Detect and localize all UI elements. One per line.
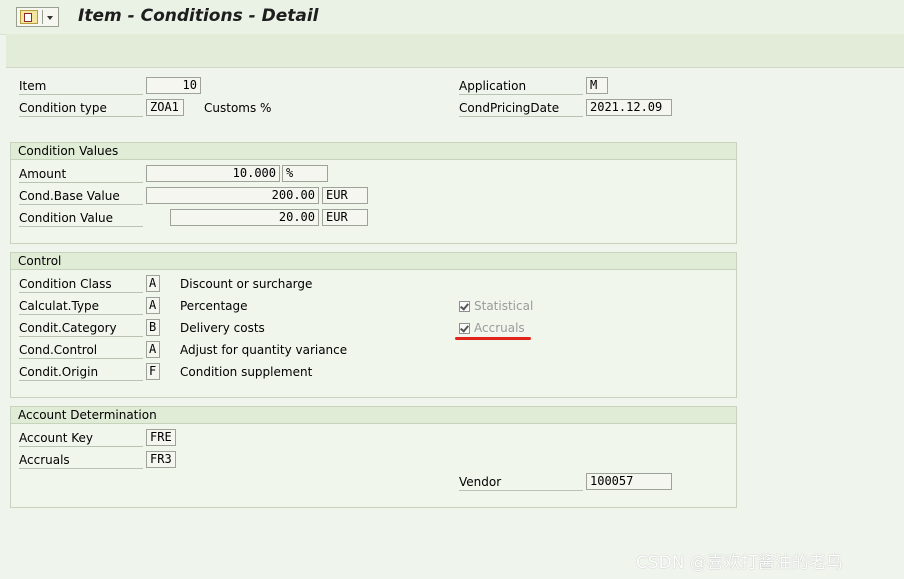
condit-category-description: Delivery costs (180, 321, 265, 335)
condition-type-description: Customs % (204, 101, 272, 115)
accruals-checkbox[interactable] (459, 323, 470, 334)
condit-origin-label: Condit.Origin (19, 365, 143, 381)
base-currency-field[interactable]: EUR (322, 187, 368, 204)
account-determination-header: Account Determination (11, 407, 736, 424)
account-key-field[interactable]: FRE (146, 429, 176, 446)
accruals-key-label: Accruals (19, 453, 143, 469)
condition-currency-field[interactable]: EUR (322, 209, 368, 226)
condition-class-field[interactable]: A (146, 275, 160, 292)
item-field[interactable]: 10 (146, 77, 201, 94)
amount-unit-field[interactable]: % (282, 165, 328, 182)
title-bar: Item - Conditions - Detail (0, 0, 904, 35)
condition-values-header: Condition Values (11, 143, 736, 160)
condition-type-label: Condition type (19, 101, 143, 117)
condit-origin-description: Condition supplement (180, 365, 313, 379)
calculat-type-label: Calculat.Type (19, 299, 143, 315)
cond-base-value-field[interactable]: 200.00 (146, 187, 319, 204)
vendor-field[interactable]: 100057 (586, 473, 672, 490)
amount-label: Amount (19, 167, 143, 183)
cond-base-value-label: Cond.Base Value (19, 189, 143, 205)
account-key-label: Account Key (19, 431, 143, 447)
page-title: Item - Conditions - Detail (78, 6, 319, 26)
calculat-type-description: Percentage (180, 299, 248, 313)
condit-category-field[interactable]: B (146, 319, 160, 336)
accruals-key-field[interactable]: FR3 (146, 451, 176, 468)
statistical-checkbox[interactable] (459, 301, 470, 312)
condition-value-label: Condition Value (19, 211, 143, 227)
condit-category-label: Condit.Category (19, 321, 143, 337)
control-header: Control (11, 253, 736, 270)
application-label: Application (459, 79, 583, 95)
amount-field[interactable]: 10.000 (146, 165, 280, 182)
calculat-type-field[interactable]: A (146, 297, 160, 314)
cond-control-label: Cond.Control (19, 343, 143, 359)
accruals-checkbox-label: Accruals (474, 321, 525, 335)
menu-separator (42, 10, 43, 24)
application-field[interactable]: M (586, 77, 608, 94)
condition-class-description: Discount or surcharge (180, 277, 313, 291)
condition-value-field[interactable]: 20.00 (170, 209, 319, 226)
cond-pricing-date-label: CondPricingDate (459, 101, 583, 117)
watermark-text: CSDN @喜欢打酱油的老鸟 (636, 553, 843, 573)
condit-origin-field[interactable]: F (146, 363, 160, 380)
application-toolbar (6, 34, 904, 68)
accruals-highlight-underline (455, 337, 531, 340)
item-label: Item (19, 79, 143, 95)
chevron-down-icon (47, 16, 53, 20)
statistical-label: Statistical (474, 299, 534, 313)
system-menu-icon (20, 10, 38, 24)
system-menu-button[interactable] (16, 7, 59, 27)
condition-class-label: Condition Class (19, 277, 143, 293)
condition-type-field[interactable]: ZOA1 (146, 99, 184, 116)
cond-control-field[interactable]: A (146, 341, 160, 358)
cond-pricing-date-field[interactable]: 2021.12.09 (586, 99, 672, 116)
vendor-label: Vendor (459, 475, 583, 491)
cond-control-description: Adjust for quantity variance (180, 343, 348, 357)
